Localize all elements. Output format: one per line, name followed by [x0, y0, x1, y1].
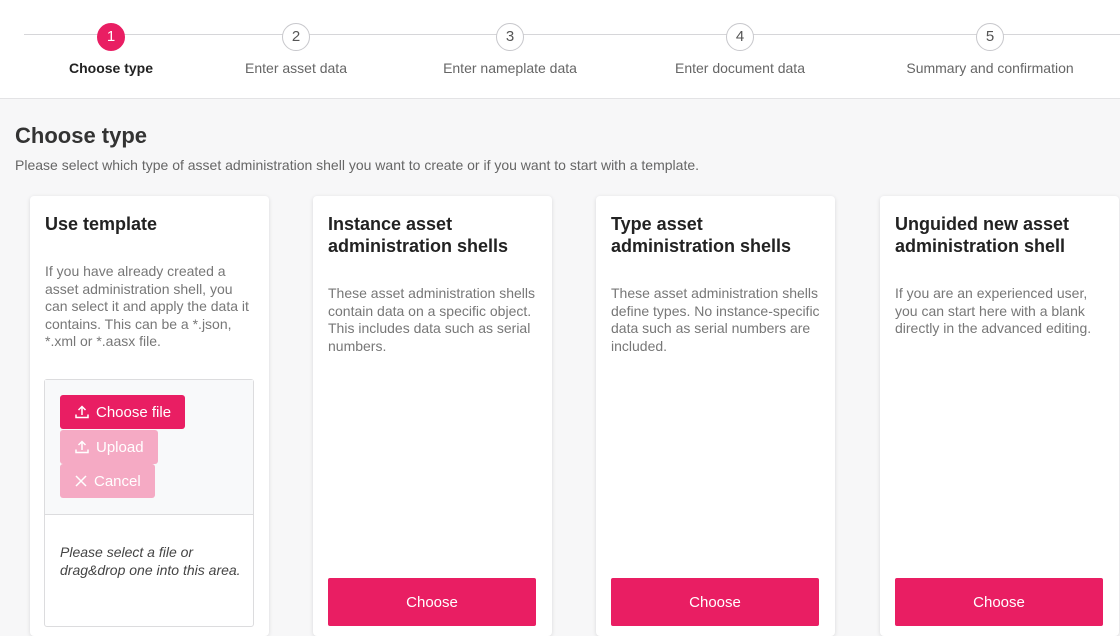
close-icon — [74, 474, 88, 488]
upload-icon — [74, 404, 90, 420]
file-upload-dropzone[interactable]: Choose file Upload Cancel Please select … — [44, 379, 254, 627]
step-number: 4 — [726, 23, 754, 51]
upload-toolbar: Choose file Upload Cancel — [45, 380, 253, 515]
page-subtitle: Please select which type of asset admini… — [15, 157, 700, 173]
choose-type-button[interactable]: Choose — [611, 578, 819, 626]
upload-button[interactable]: Upload — [60, 430, 158, 464]
instance-card: Instance asset administration shells The… — [313, 196, 552, 636]
choose-unguided-button[interactable]: Choose — [895, 578, 1103, 626]
step-label: Choose type — [68, 60, 154, 76]
choose-instance-button[interactable]: Choose — [328, 578, 536, 626]
card-description: If you have already created a asset admi… — [45, 263, 249, 349]
unguided-card: Unguided new asset administration shell … — [880, 196, 1119, 636]
stepper: 1 Choose type 2 Enter asset data 3 Enter… — [0, 0, 1120, 99]
card-description: These asset administration shells contai… — [328, 285, 535, 354]
type-card: Type asset administration shells These a… — [596, 196, 835, 636]
upload-hint: Please select a file or drag&drop one in… — [60, 544, 241, 578]
card-title: Use template — [45, 214, 158, 234]
card-title: Type asset administration shells — [611, 214, 792, 256]
card-title: Instance asset administration shells — [328, 214, 509, 256]
upload-icon — [74, 439, 90, 455]
card-title: Unguided new asset administration shell — [895, 214, 1070, 256]
step-label: Enter document data — [675, 60, 805, 76]
card-description: These asset administration shells define… — [611, 285, 820, 354]
cancel-button[interactable]: Cancel — [60, 464, 155, 498]
upload-label: Upload — [96, 438, 144, 456]
choose-file-label: Choose file — [96, 403, 172, 421]
page-title: Choose type — [15, 123, 148, 148]
step-number: 5 — [976, 23, 1004, 51]
step-label: Enter asset data — [245, 60, 347, 76]
step-label: Summary and confirmation — [906, 60, 1074, 76]
step-number: 2 — [282, 23, 310, 51]
step-number: 3 — [496, 23, 524, 51]
cancel-label: Cancel — [94, 472, 141, 490]
step-label: Enter nameplate data — [443, 60, 577, 76]
card-description: If you are an experienced user, you can … — [895, 285, 1092, 336]
choose-file-button[interactable]: Choose file — [60, 395, 186, 429]
template-card: Use template If you have already created… — [30, 196, 269, 636]
step-number: 1 — [97, 23, 125, 51]
stepper-line — [24, 34, 1120, 35]
